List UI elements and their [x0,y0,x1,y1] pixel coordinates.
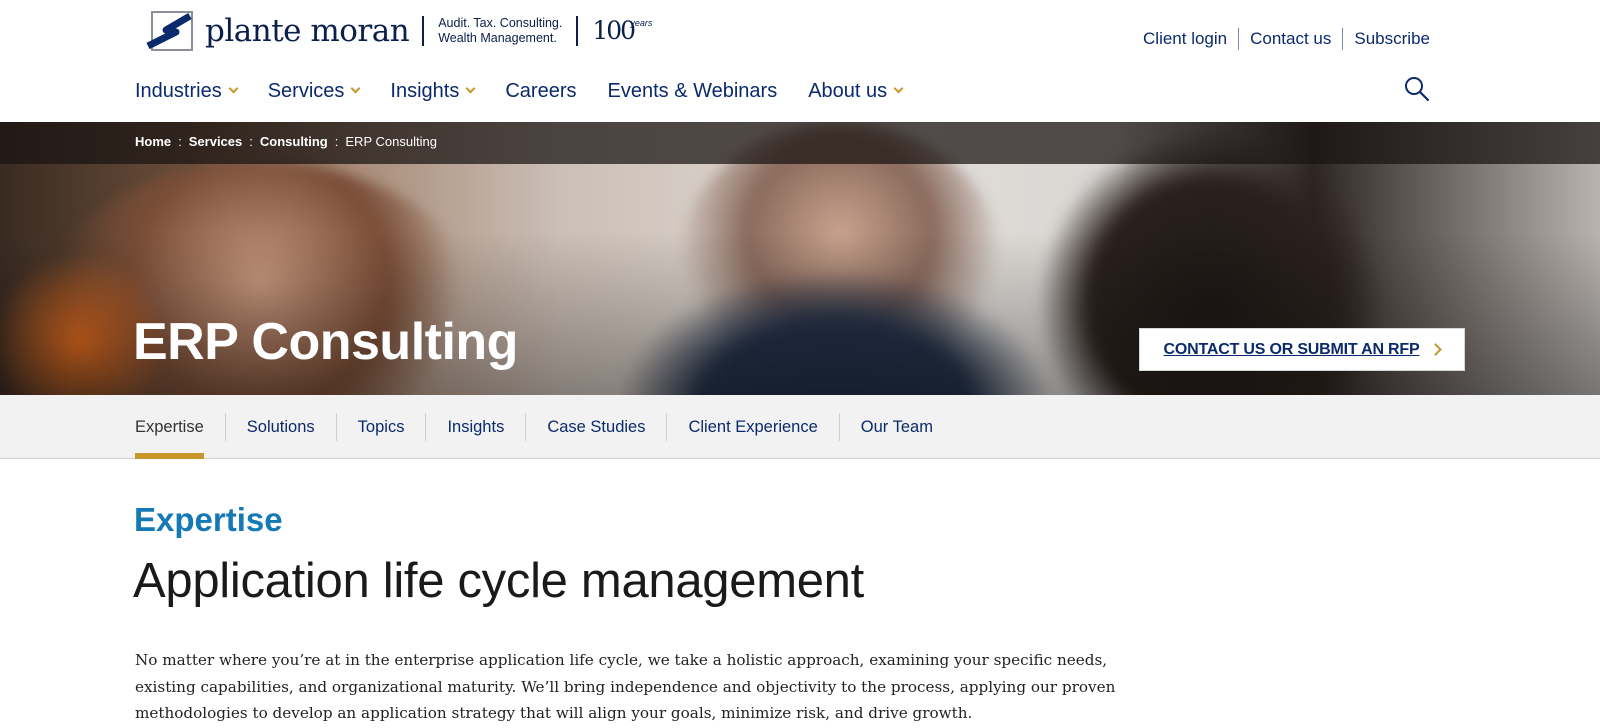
tab-divider [838,413,840,441]
breadcrumb-separator: : [334,134,339,149]
nav-label: Services [267,80,345,102]
tab-divider [224,413,226,441]
main-nav: Industries Services Insights Careers Eve… [135,78,933,104]
brand-tagline: Audit. Tax. Consulting. Wealth Managemen… [438,16,562,46]
section-eyebrow: Expertise [134,501,283,538]
subscribe-link[interactable]: Subscribe [1343,28,1430,50]
chevron-down-icon [465,83,476,93]
nav-label: Events & Webinars [607,80,778,102]
breadcrumb: Home : Services : Consulting : ERP Consu… [135,134,437,149]
anniversary-word: years [630,18,653,28]
nav-services[interactable]: Services [267,78,361,104]
anniversary-number: 100 [592,16,636,45]
tab-insights[interactable]: Insights [447,395,504,459]
page-title: ERP Consulting [133,313,518,371]
tagline-line-1: Audit. Tax. Consulting. [438,16,563,30]
breadcrumb-home[interactable]: Home [135,134,171,149]
tab-case-studies[interactable]: Case Studies [547,395,645,459]
nav-about-us[interactable]: About us [808,78,904,104]
logo-divider [576,16,579,46]
tab-our-team[interactable]: Our Team [861,395,933,459]
site-header: plante moran Audit. Tax. Consulting. Wea… [0,0,1600,122]
tab-divider [525,413,527,441]
tab-topics[interactable]: Topics [358,395,405,459]
search-icon [1405,77,1430,102]
breadcrumb-services[interactable]: Services [189,134,243,149]
tagline-line-2: Wealth Management. [438,31,557,45]
chevron-down-icon [893,83,904,93]
breadcrumb-consulting[interactable]: Consulting [260,134,328,149]
tab-solutions[interactable]: Solutions [247,395,315,459]
client-login-link[interactable]: Client login [1132,28,1238,50]
tab-client-experience[interactable]: Client Experience [688,395,817,459]
nav-label: About us [808,80,888,102]
breadcrumb-current: ERP Consulting [345,134,437,149]
utility-divider [1238,28,1240,50]
search-button[interactable] [1404,76,1430,102]
contact-us-link[interactable]: Contact us [1239,28,1342,50]
brand-name: plante moran [205,13,410,49]
tab-divider [425,413,427,441]
plante-moran-logo-mark [146,10,196,52]
hero-banner: Home : Services : Consulting : ERP Consu… [0,122,1600,395]
breadcrumb-separator: : [178,134,182,149]
nav-careers[interactable]: Careers [505,78,576,104]
breadcrumb-separator: : [249,134,253,149]
tab-divider [335,413,337,441]
utility-nav: Client login Contact us Subscribe [1132,28,1430,50]
section-headline: Application life cycle management [133,554,864,608]
nav-events-webinars[interactable]: Events & Webinars [608,78,778,104]
chevron-down-icon [228,83,239,93]
section-tabs: Expertise Solutions Topics Insights Case… [0,395,1600,459]
section-body: No matter where you’re at in the enterpr… [135,651,1116,722]
nav-insights[interactable]: Insights [390,78,476,104]
nav-industries[interactable]: Industries [135,78,239,104]
nav-label: Industries [135,80,222,102]
contact-rfp-button[interactable]: CONTACT US OR SUBMIT AN RFP [1139,328,1465,371]
chevron-down-icon [350,83,361,93]
brand-logo[interactable]: plante moran Audit. Tax. Consulting. Wea… [146,10,652,52]
logo-divider [422,16,425,46]
nav-label: Insights [390,80,460,102]
tab-expertise[interactable]: Expertise [135,395,204,459]
utility-divider [1342,28,1344,50]
nav-label: Careers [505,80,577,102]
100-years-badge: 100 years [592,16,652,46]
cta-label: CONTACT US OR SUBMIT AN RFP [1163,340,1420,358]
chevron-right-icon [1429,343,1443,356]
tab-divider [666,413,668,441]
